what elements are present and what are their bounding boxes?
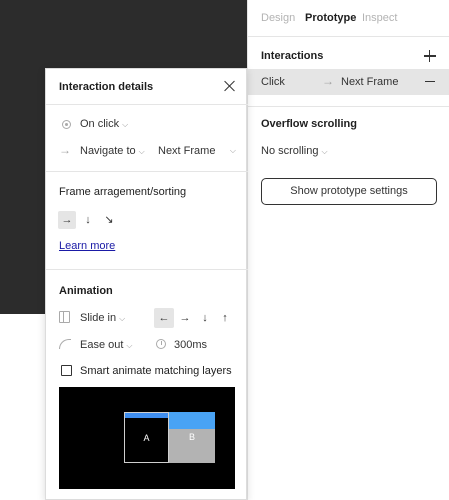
interactions-title: Interactions (261, 50, 324, 62)
panel-tabs: Design Prototype Inspect (248, 0, 449, 36)
animation-title: Animation (59, 285, 113, 297)
modal-divider (46, 269, 248, 270)
frame-a-label: A (143, 433, 150, 443)
easing-dropdown[interactable]: Ease out ⌵ (80, 339, 133, 351)
chevron-down-icon: ⌵ (119, 314, 126, 323)
overflow-dropdown[interactable]: No scrolling ⌵ (261, 145, 328, 157)
duration-input[interactable]: 300ms (174, 339, 207, 351)
frame-a-header (125, 413, 168, 418)
modal-title: Interaction details (59, 81, 154, 93)
sort-direction-right-button[interactable]: → (58, 211, 76, 229)
frame-b-header (169, 412, 215, 429)
trigger-value: On click (80, 118, 120, 130)
slide-left-button[interactable]: ← (154, 308, 174, 328)
preview-frame-b: B (169, 412, 215, 463)
easing-value: Ease out (80, 339, 124, 351)
modal-divider (46, 171, 248, 172)
sort-direction-diagonal-button[interactable]: ↘ (100, 211, 118, 229)
tabs-divider (248, 36, 449, 37)
close-icon[interactable] (224, 80, 236, 92)
sort-direction-down-button[interactable]: ↓ (79, 211, 97, 229)
frame-arrangement-title: Frame arragement/sorting (59, 186, 187, 198)
modal-divider (46, 104, 248, 105)
animation-type-dropdown[interactable]: Slide in ⌵ (80, 312, 125, 324)
smart-animate-label: Smart animate matching layers (80, 365, 232, 377)
animation-preview: A B (59, 387, 235, 489)
animation-type-value: Slide in (80, 312, 117, 324)
arrow-right-icon: → (322, 74, 334, 88)
overflow-value: No scrolling (261, 145, 319, 157)
remove-interaction-icon[interactable] (425, 81, 435, 83)
slide-down-button[interactable]: ↓ (196, 309, 214, 327)
chevron-down-icon: ⌵ (122, 120, 129, 129)
chevron-down-icon: ⌵ (126, 341, 133, 350)
arrow-right-icon: → (59, 143, 71, 157)
trigger-icon (62, 120, 71, 129)
interaction-details-panel: Interaction details On click ⌵ → Navigate… (45, 68, 248, 500)
slide-in-icon (59, 311, 70, 323)
interaction-row[interactable]: Click → Next Frame (248, 69, 449, 95)
chevron-down-icon: ⌵ (138, 147, 145, 156)
tab-design[interactable]: Design (261, 12, 295, 24)
properties-panel: Design Prototype Inspect Interactions Cl… (247, 0, 449, 500)
interaction-target: Next Frame (341, 76, 399, 88)
action-dropdown[interactable]: Navigate to ⌵ (80, 145, 145, 157)
interaction-trigger: Click (261, 76, 285, 88)
destination-value: Next Frame (158, 145, 216, 157)
slide-up-button[interactable]: ↑ (216, 309, 234, 327)
clock-icon (156, 339, 166, 349)
show-prototype-settings-button[interactable]: Show prototype settings (261, 178, 437, 205)
preview-frame-a: A (124, 412, 169, 463)
trigger-dropdown[interactable]: On click ⌵ (80, 118, 128, 130)
frame-b-label: B (188, 432, 195, 442)
easing-curve-icon (59, 339, 71, 349)
section-divider (248, 106, 449, 107)
overflow-title: Overflow scrolling (261, 118, 357, 130)
chevron-down-icon: ⌵ (229, 146, 236, 155)
tab-prototype[interactable]: Prototype (305, 12, 356, 24)
slide-right-button[interactable]: → (176, 309, 194, 327)
tab-inspect[interactable]: Inspect (362, 12, 397, 24)
smart-animate-checkbox[interactable] (61, 365, 72, 376)
action-value: Navigate to (80, 145, 136, 157)
add-interaction-icon[interactable] (424, 50, 436, 62)
learn-more-link[interactable]: Learn more (59, 240, 115, 252)
chevron-down-icon: ⌵ (321, 147, 328, 156)
destination-dropdown[interactable]: Next Frame ⌵ (158, 145, 236, 157)
